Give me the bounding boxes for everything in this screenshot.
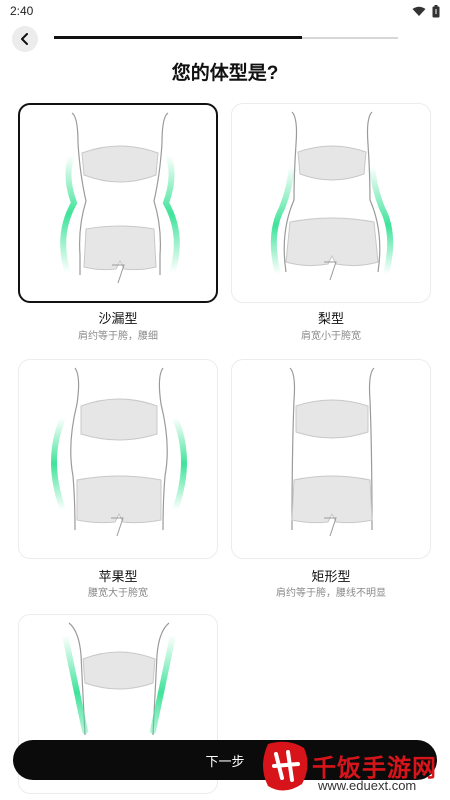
top-bar [0, 26, 450, 54]
back-button[interactable] [12, 26, 38, 52]
page-title: 您的体型是? [171, 63, 279, 84]
option-card-rectangle[interactable] [231, 359, 431, 559]
next-button-label: 下一步 [205, 753, 245, 769]
watermark-logo-icon [263, 741, 308, 791]
option-title: 矩形型 [311, 569, 351, 584]
option-description: 腰宽大于胯宽 [88, 588, 148, 599]
progress-bar [54, 36, 398, 39]
progress-fill [54, 36, 302, 39]
status-icons [412, 4, 440, 18]
option-description: 肩约等于胯，腰线不明显 [276, 588, 386, 599]
option-card-apple[interactable] [18, 359, 218, 559]
status-time: 2:40 [10, 4, 34, 18]
option-title: 沙漏型 [98, 311, 138, 326]
status-bar: 2:40 [0, 0, 450, 22]
option-card-pear[interactable] [231, 103, 431, 303]
chevron-left-icon [21, 33, 28, 45]
option-title: 苹果型 [98, 569, 138, 584]
watermark-url: www.eduext.com [318, 778, 417, 793]
pear-body-figure [270, 111, 394, 281]
option-description: 肩约等于胯，腰细 [78, 331, 158, 342]
option-description: 肩宽小于胯宽 [301, 331, 361, 342]
hourglass-body-figure [60, 112, 180, 284]
option-title: 梨型 [317, 311, 344, 326]
rectangle-body-figure [277, 367, 387, 539]
wifi-icon [412, 6, 426, 16]
battery-icon [432, 4, 440, 17]
option-card-hourglass[interactable] [18, 103, 218, 303]
apple-body-figure [51, 367, 187, 537]
